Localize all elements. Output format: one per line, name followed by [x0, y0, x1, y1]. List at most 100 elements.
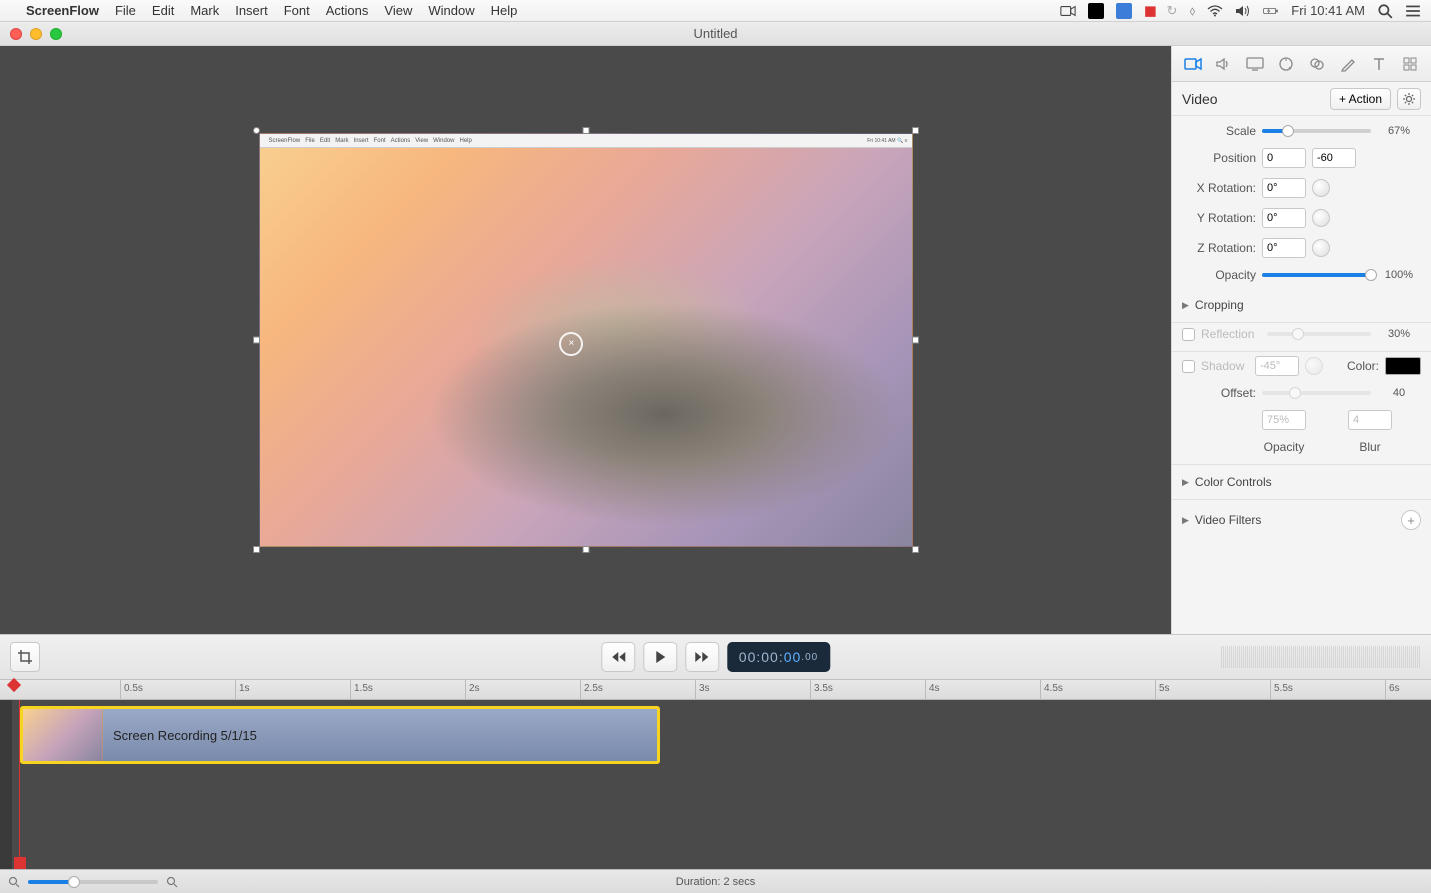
ruler-tick: 5.5s	[1270, 680, 1293, 699]
cropping-disclosure[interactable]: ▶Cropping	[1182, 292, 1421, 318]
record-pause-icon[interactable]: ▮▮	[1144, 3, 1154, 19]
crop-tool-button[interactable]	[10, 642, 40, 672]
shadow-angle-dial[interactable]	[1305, 357, 1323, 375]
app-icon-blue[interactable]	[1116, 3, 1132, 19]
scale-slider[interactable]	[1262, 129, 1371, 133]
menu-font[interactable]: Font	[284, 3, 310, 18]
menu-extras-icon[interactable]	[1405, 3, 1421, 19]
playhead[interactable]	[7, 678, 21, 692]
tab-callout[interactable]	[1275, 53, 1297, 75]
timemachine-icon[interactable]: ↻	[1167, 3, 1178, 19]
reflection-slider[interactable]	[1267, 332, 1371, 336]
shadow-angle-input[interactable]	[1255, 356, 1299, 376]
clip-preview[interactable]: ScreenFlowFileEditMarkInsertFontActionsV…	[259, 133, 913, 547]
canvas-area[interactable]: ScreenFlowFileEditMarkInsertFontActionsV…	[0, 46, 1171, 634]
fastforward-button[interactable]	[685, 642, 719, 672]
ruler-tick: 3s	[695, 680, 710, 699]
inspector-tabs	[1172, 46, 1431, 82]
menu-file[interactable]: File	[115, 3, 136, 18]
clip-name: Screen Recording 5/1/15	[103, 728, 257, 743]
video-filters-disclosure[interactable]: ▶Video Filters +	[1182, 504, 1421, 536]
menu-help[interactable]: Help	[491, 3, 518, 18]
timeline-footer: Duration: 2 secs	[0, 869, 1431, 893]
shadow-blur-label: Blur	[1348, 440, 1392, 454]
wifi-icon[interactable]	[1207, 3, 1223, 19]
timecode-display[interactable]: 00:00:00.00	[727, 642, 830, 672]
shadow-color-label: Color:	[1347, 359, 1379, 373]
yrot-dial[interactable]	[1312, 209, 1330, 227]
battery-icon[interactable]	[1263, 3, 1279, 19]
zrot-label: Z Rotation:	[1182, 241, 1256, 255]
reflection-checkbox[interactable]	[1182, 328, 1195, 341]
zoom-button[interactable]	[50, 28, 62, 40]
yrot-input[interactable]	[1262, 208, 1306, 228]
tab-screen[interactable]	[1244, 53, 1266, 75]
timeline-clip[interactable]: Screen Recording 5/1/15	[20, 706, 660, 764]
zrot-input[interactable]	[1262, 238, 1306, 258]
play-button[interactable]	[643, 642, 677, 672]
camera-icon[interactable]	[1060, 3, 1076, 19]
timeline-tracks[interactable]: Screen Recording 5/1/15	[0, 700, 1431, 869]
position-y-input[interactable]	[1312, 148, 1356, 168]
dropbox-icon[interactable]: ⬨	[1189, 3, 1195, 19]
xrot-dial[interactable]	[1312, 179, 1330, 197]
clip-thumbnail	[23, 709, 103, 761]
evernote-icon[interactable]	[1088, 3, 1104, 19]
rewind-button[interactable]	[601, 642, 635, 672]
opacity-value: 100%	[1377, 269, 1421, 281]
app-name[interactable]: ScreenFlow	[26, 3, 99, 18]
spotlight-icon[interactable]	[1377, 3, 1393, 19]
duration-label: Duration: 2 secs	[676, 876, 755, 888]
menu-edit[interactable]: Edit	[152, 3, 174, 18]
tab-video[interactable]	[1182, 53, 1204, 75]
ruler-tick: 0.5s	[120, 680, 143, 699]
inspector-panel: Video + Action Scale 67% Position X Rota…	[1171, 46, 1431, 634]
menu-view[interactable]: View	[384, 3, 412, 18]
tab-audio[interactable]	[1213, 53, 1235, 75]
ruler-tick: 6s	[1385, 680, 1400, 699]
opacity-slider[interactable]	[1262, 273, 1371, 277]
yrot-label: Y Rotation:	[1182, 211, 1256, 225]
xrot-input[interactable]	[1262, 178, 1306, 198]
close-button[interactable]	[10, 28, 22, 40]
menu-insert[interactable]: Insert	[235, 3, 268, 18]
reflection-value: 30%	[1377, 328, 1421, 340]
tab-annotations[interactable]	[1337, 53, 1359, 75]
menu-actions[interactable]: Actions	[326, 3, 369, 18]
position-label: Position	[1182, 151, 1256, 165]
inspector-gear-button[interactable]	[1397, 88, 1421, 110]
position-x-input[interactable]	[1262, 148, 1306, 168]
zrot-dial[interactable]	[1312, 239, 1330, 257]
zoom-slider[interactable]	[28, 880, 158, 884]
minimize-button[interactable]	[30, 28, 42, 40]
timeline-ruler[interactable]: 0.5s 1s 1.5s 2s 2.5s 3s 3.5s 4s 4.5s 5s …	[0, 680, 1431, 700]
tab-media[interactable]	[1399, 53, 1421, 75]
clock-text[interactable]: Fri 10:41 AM	[1291, 3, 1365, 18]
color-controls-disclosure[interactable]: ▶Color Controls	[1182, 469, 1421, 495]
shadow-color-well[interactable]	[1385, 357, 1421, 375]
tab-touch[interactable]	[1306, 53, 1328, 75]
add-action-button[interactable]: + Action	[1330, 88, 1391, 110]
offset-value: 40	[1377, 387, 1421, 399]
timecode-dim: 00:00:	[739, 649, 784, 665]
tab-text[interactable]	[1368, 53, 1390, 75]
zoom-in-icon[interactable]	[166, 876, 178, 888]
menu-mark[interactable]: Mark	[190, 3, 219, 18]
menu-window[interactable]: Window	[428, 3, 474, 18]
add-filter-button[interactable]: +	[1401, 510, 1421, 530]
ruler-tick: 5s	[1155, 680, 1170, 699]
window-titlebar: Untitled	[0, 22, 1431, 46]
zoom-out-icon[interactable]	[8, 876, 20, 888]
in-out-marker[interactable]	[14, 857, 26, 869]
opacity-label: Opacity	[1182, 268, 1256, 282]
ruler-tick: 4.5s	[1040, 680, 1063, 699]
shadow-checkbox[interactable]	[1182, 360, 1195, 373]
shadow-label: Shadow	[1201, 359, 1249, 373]
volume-icon[interactable]	[1235, 3, 1251, 19]
shadow-opacity-input[interactable]	[1262, 410, 1306, 430]
selected-clip-canvas[interactable]: ScreenFlowFileEditMarkInsertFontActionsV…	[259, 133, 913, 547]
offset-slider[interactable]	[1262, 391, 1371, 395]
offset-label: Offset:	[1182, 386, 1256, 400]
shadow-blur-input[interactable]	[1348, 410, 1392, 430]
timeline: 0.5s 1s 1.5s 2s 2.5s 3s 3.5s 4s 4.5s 5s …	[0, 680, 1431, 893]
